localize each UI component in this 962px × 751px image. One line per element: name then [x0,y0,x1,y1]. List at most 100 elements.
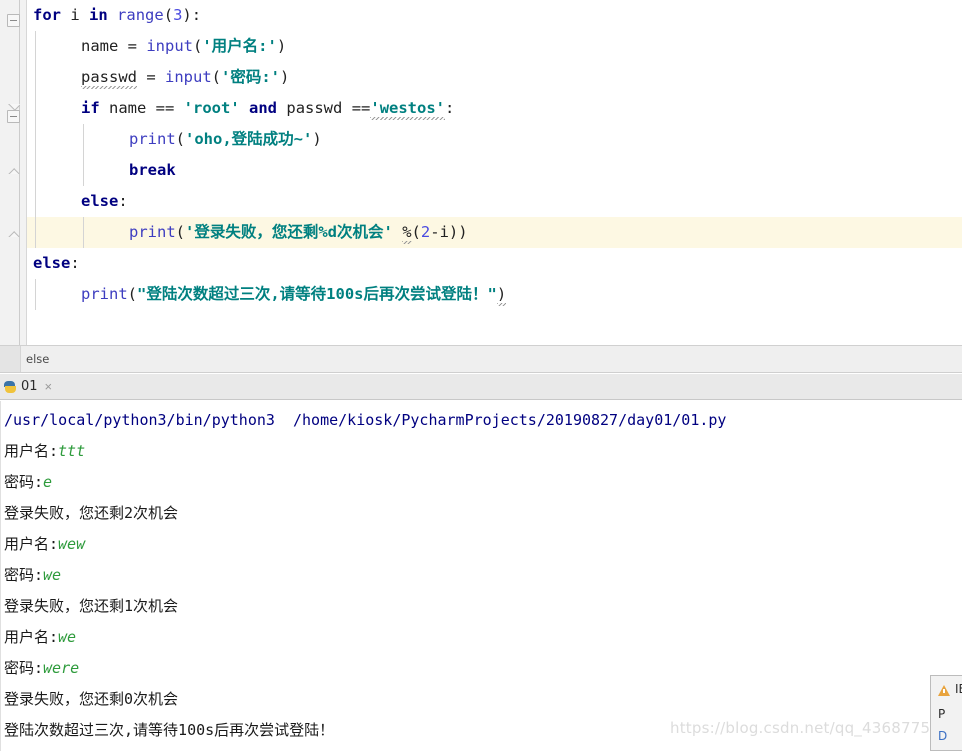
code-token: % [402,223,412,241]
run-console[interactable]: /usr/local/python3/bin/python3 /home/kio… [0,401,962,751]
code-token: : [70,254,80,272]
console-text: 登录失败，您还剩1次机会 [4,597,179,615]
notification-title: IE [955,682,962,696]
code-token: : [118,192,128,210]
code-line[interactable]: passwd = input('密码:') [27,62,962,93]
code-token: ( [175,223,186,241]
code-token: passwd [81,68,137,86]
code-token: 3 [173,6,183,24]
code-line[interactable]: print("登陆次数超过三次,请等待100s后再次尝试登陆！") [27,279,962,310]
indent-guide [35,62,36,93]
console-text: 用户名: [4,535,59,553]
console-line: 密码:e [4,467,962,498]
console-user-input: we [58,628,77,646]
code-line[interactable]: print('oho,登陆成功~') [27,124,962,155]
indent-guide [35,31,36,62]
code-line[interactable]: break [27,155,962,186]
code-token: == [146,99,184,117]
code-token: ) [312,130,322,148]
code-token: ( [127,285,138,303]
console-line: 用户名:ttt [4,436,962,467]
code-token: break [129,161,176,179]
notification-header: IE [938,682,962,703]
console-line: 用户名:we [4,622,962,653]
code-token: '密码:' [221,68,281,86]
code-token: print [129,130,176,148]
indent-guide [83,155,84,186]
code-line[interactable]: for i in range(3): [27,0,962,31]
console-user-input: ttt [58,442,86,460]
code-token: - [430,223,440,241]
notification-popup[interactable]: IE P D [930,675,962,751]
code-token: 'westos' [370,99,446,117]
console-user-input: were [43,659,80,677]
indent-guide [35,124,36,155]
code-token: : [445,99,455,117]
code-token: 'root' [183,99,240,117]
fold-marker[interactable] [7,231,20,237]
console-text: 密码: [4,659,44,677]
editor-gutter[interactable] [0,0,27,345]
code-token: 2 [420,223,431,241]
code-token: == [342,99,371,117]
code-token: else [33,254,71,272]
indent-guide [83,217,84,248]
console-line: 登录失败，您还剩1次机会 [4,591,962,622]
code-token: "登陆次数超过三次,请等待100s后再次尝试登陆！" [137,285,497,303]
code-content[interactable]: for i in range(3): name = input('用户名:') pa… [27,0,962,345]
code-token: ) [276,37,287,55]
fold-marker[interactable] [7,14,20,27]
code-token: '用户名:' [202,37,277,55]
code-token: '登录失败，您还剩%d次机会' [185,223,393,241]
warning-triangle-icon [938,685,950,696]
console-line: 用户名:wew [4,529,962,560]
console-text: 登录失败，您还剩0次机会 [4,690,179,708]
code-token: name [109,99,147,117]
code-line[interactable]: else: [27,186,962,217]
code-token: )) [448,223,468,241]
code-token: print [129,223,176,241]
console-line: 密码:were [4,653,962,684]
code-token: if [81,99,100,117]
code-token: ( [163,6,174,24]
console-line: 登录失败，您还剩0次机会 [4,684,962,715]
code-token: name [81,37,119,55]
code-token: for [33,6,61,24]
console-user-input: e [43,473,53,491]
console-gutter [0,401,1,751]
code-line[interactable]: else: [27,248,962,279]
code-editor[interactable]: for i in range(3): name = input('用户名:') pa… [0,0,962,345]
code-line[interactable]: print('登录失败，您还剩%d次机会' %(2-i)) [27,217,962,248]
breadcrumb-path[interactable]: else [21,352,49,366]
run-tab-01[interactable]: 01 × [0,374,60,400]
code-token: ( [193,37,203,55]
indent-guide [35,186,36,217]
breadcrumb-bar[interactable]: else [0,345,962,373]
code-token: = [118,37,147,55]
code-token: else [81,192,119,210]
fold-marker[interactable] [7,110,20,123]
console-line: 登录失败，您还剩2次机会 [4,498,962,529]
console-text: 用户名: [4,442,59,460]
code-token: ( [175,130,186,148]
run-tool-tab-bar[interactable]: 01 × [0,374,962,400]
code-token: passwd [286,99,343,117]
code-token: i [439,223,449,241]
code-token: ( [211,68,222,86]
code-line[interactable]: if name == 'root' and passwd =='westos': [27,93,962,124]
code-token: ) [496,285,507,303]
breadcrumb-gutter [0,346,21,372]
python-file-icon [4,380,16,393]
indent-guide [83,124,84,155]
fold-marker[interactable] [7,168,20,174]
close-icon[interactable]: × [43,380,55,393]
code-token: range [117,6,164,24]
code-line[interactable]: name = input('用户名:') [27,31,962,62]
console-text: 密码: [4,473,44,491]
notification-action-link[interactable]: D [938,726,962,746]
